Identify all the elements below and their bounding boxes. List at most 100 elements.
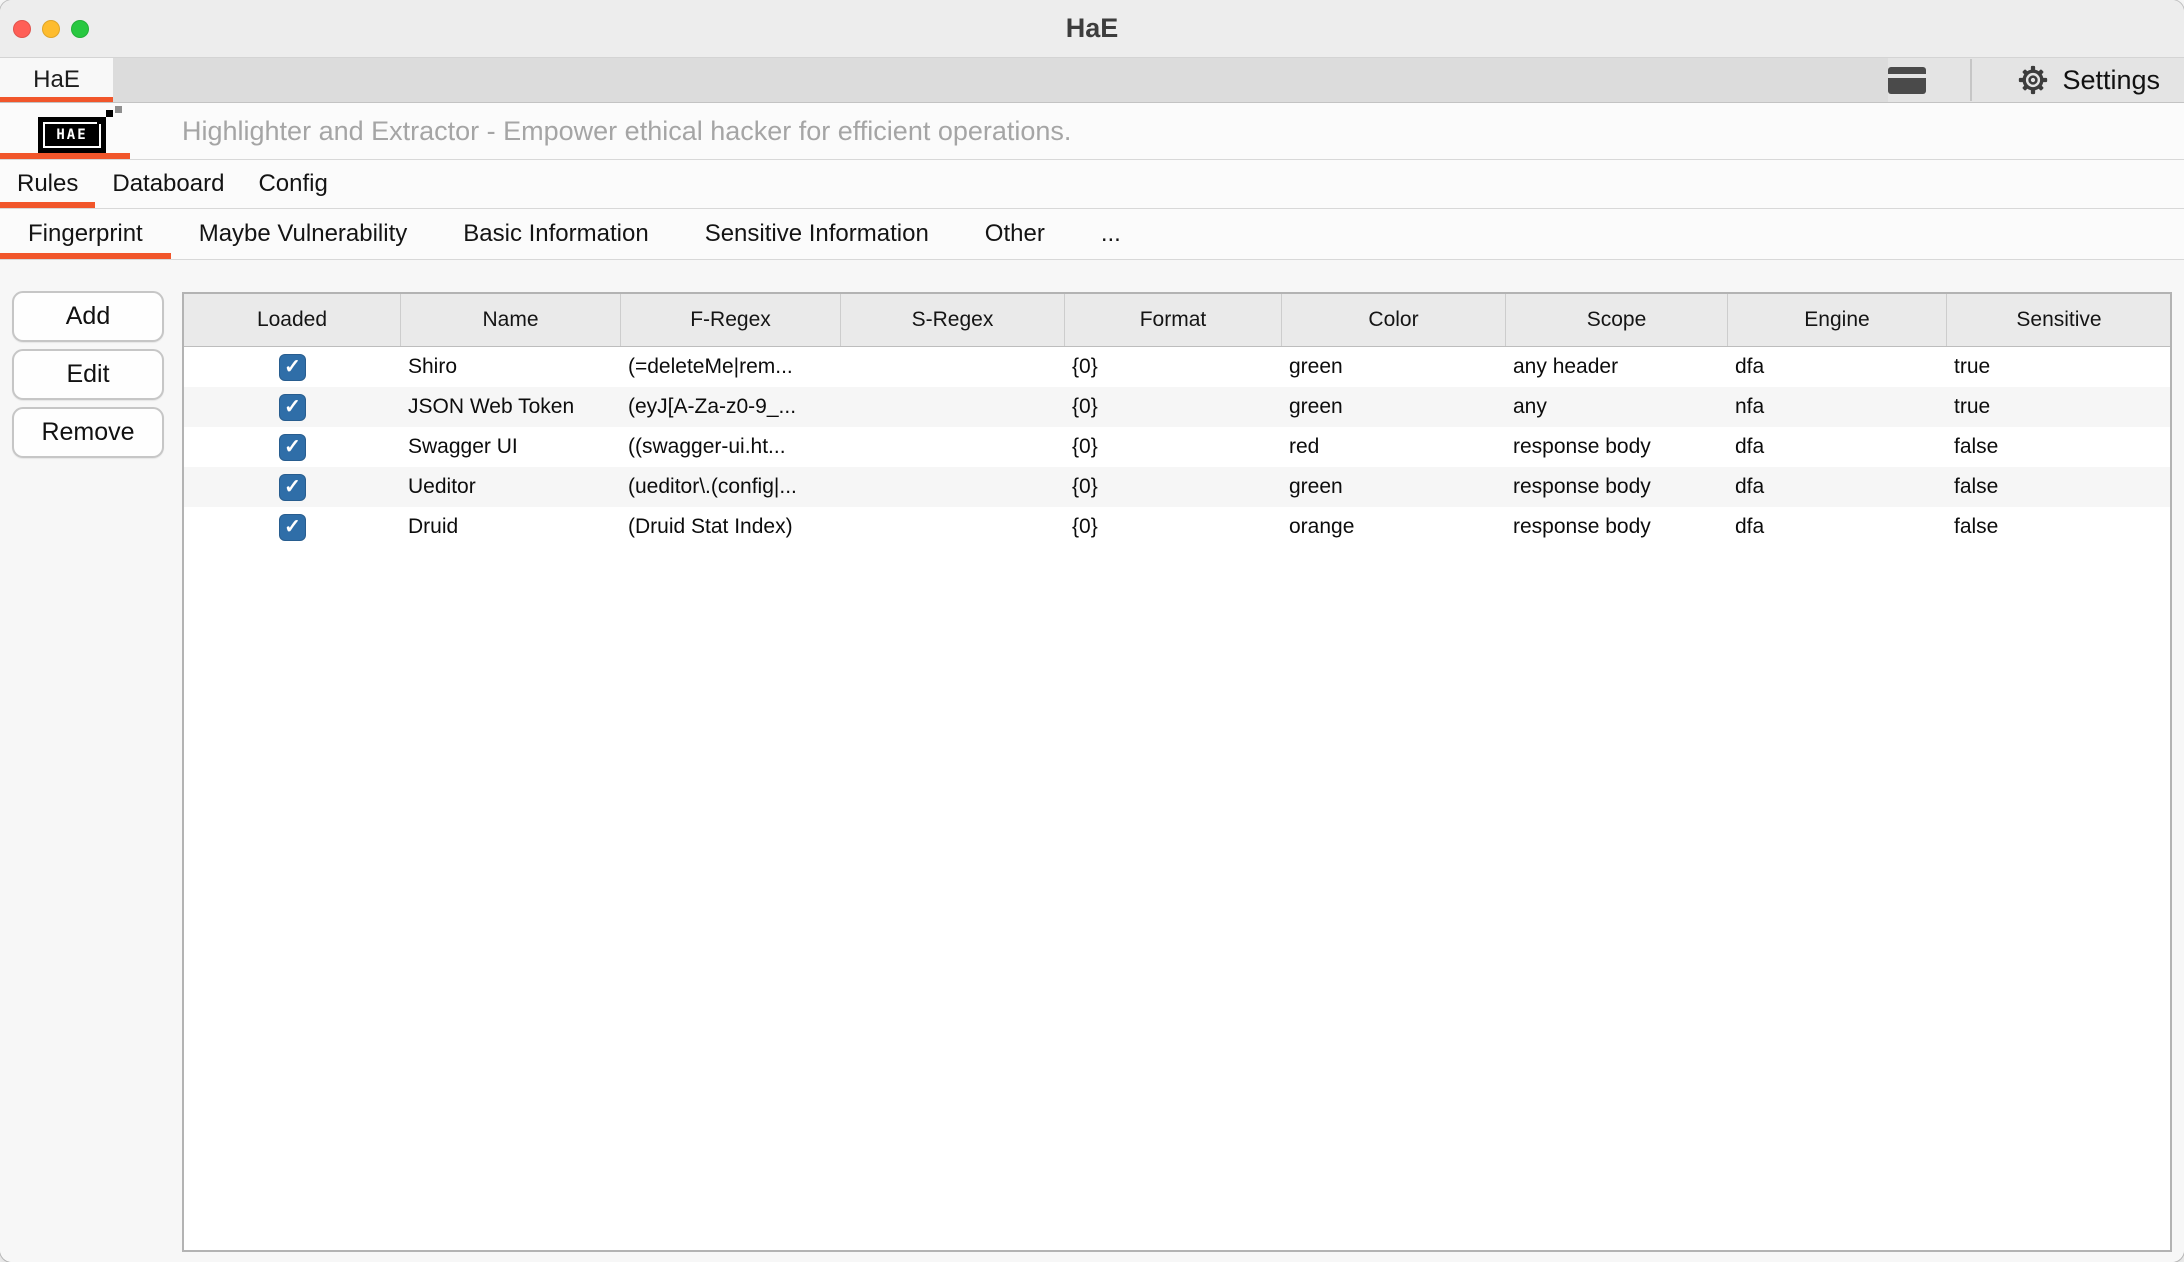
cell-sensitive: true	[1954, 355, 1991, 378]
cell-loaded: ✓	[184, 467, 401, 507]
cell-loaded: ✓	[184, 387, 401, 427]
table-row[interactable]: ✓ JSON Web Token (eyJ[A-Za-z0-9_... {0} gree…	[184, 387, 2170, 427]
col-header-name: Name	[401, 294, 621, 346]
rule-group-tab-bar: Fingerprint Maybe Vulnerability Basic Info…	[0, 209, 2184, 260]
cell-engine: dfa	[1735, 355, 1765, 378]
table-body: ✓ Shiro (=deleteMe|rem... {0} green any heade…	[184, 347, 2170, 547]
sub-tab-fingerprint[interactable]: Fingerprint	[0, 209, 171, 259]
cell-engine: nfa	[1735, 395, 1765, 418]
cell-loaded: ✓	[184, 507, 401, 547]
cell-f_regex: (ueditor\.(config|...	[628, 475, 797, 498]
check-icon: ✓	[284, 436, 301, 458]
table-row[interactable]: ✓ Shiro (=deleteMe|rem... {0} green any heade…	[184, 347, 2170, 387]
tab-hae[interactable]: HaE	[0, 58, 113, 102]
check-icon: ✓	[284, 516, 301, 538]
loaded-checkbox[interactable]: ✓	[279, 393, 306, 421]
cell-scope: response body	[1513, 515, 1651, 538]
sub-tab-other[interactable]: Other	[957, 209, 1073, 259]
check-icon: ✓	[284, 476, 301, 498]
main-tab-databoard[interactable]: Databoard	[95, 160, 241, 208]
cell-format: {0}	[1072, 395, 1098, 418]
cell-name: Druid	[408, 515, 459, 538]
cell-loaded: ✓	[184, 427, 401, 467]
settings-button[interactable]: Settings	[2016, 63, 2160, 97]
col-header-loaded: Loaded	[184, 294, 401, 346]
col-header-engine: Engine	[1728, 294, 1947, 346]
cell-scope: any header	[1513, 355, 1619, 378]
cell-engine: dfa	[1735, 435, 1765, 458]
sub-tab-more[interactable]: ...	[1073, 209, 1149, 259]
rule-action-buttons: Add Edit Remove	[12, 291, 164, 458]
col-header-sensitive: Sensitive	[2016, 308, 2102, 331]
cell-name: Ueditor	[408, 475, 476, 498]
cell-color: green	[1289, 395, 1343, 418]
app-banner: HAE Highlighter and Extractor - Empower …	[0, 103, 2184, 160]
logo-text: HAE	[43, 122, 101, 148]
sub-tab-basic-information[interactable]: Basic Information	[435, 209, 676, 259]
cell-sensitive: true	[1954, 395, 1991, 418]
cell-scope: response body	[1513, 435, 1651, 458]
cell-f_regex: ((swagger-ui.ht...	[628, 435, 786, 458]
cell-sensitive: false	[1954, 515, 1999, 538]
tab-bar-actions: Settings	[1888, 58, 2184, 102]
cell-format: {0}	[1072, 475, 1098, 498]
cell-format: {0}	[1072, 355, 1098, 378]
loaded-checkbox[interactable]: ✓	[279, 513, 306, 541]
cell-color: red	[1289, 435, 1320, 458]
cell-scope: any	[1513, 395, 1547, 418]
col-header-s_regex: S-Regex	[841, 294, 1065, 346]
cell-sensitive: false	[1954, 475, 1999, 498]
edit-button[interactable]: Edit	[12, 349, 164, 400]
table-row[interactable]: ✓ Swagger UI ((swagger-ui.ht... {0} red respo…	[184, 427, 2170, 467]
sub-tab-sensitive-information[interactable]: Sensitive Information	[677, 209, 957, 259]
cell-f_regex: (=deleteMe|rem...	[628, 355, 793, 378]
main-tab-rules[interactable]: Rules	[0, 160, 96, 208]
cell-sensitive: false	[1954, 435, 1999, 458]
gear-icon	[2019, 65, 2048, 95]
loaded-checkbox[interactable]: ✓	[279, 353, 306, 381]
cell-s_regex	[841, 507, 1065, 547]
add-button[interactable]: Add	[12, 291, 164, 342]
divider	[1970, 59, 1973, 101]
cell-name: Swagger UI	[408, 435, 518, 458]
cell-scope: response body	[1513, 475, 1651, 498]
hae-window: HaE HaE Settings HAE Highlighter and Ext…	[0, 0, 2184, 1262]
app-subtitle: Highlighter and Extractor - Empower ethi…	[182, 115, 1072, 146]
rules-table: Loaded Name F-Regex S-Regex Format Color Scope…	[182, 292, 2172, 1252]
cell-name: Shiro	[408, 355, 458, 378]
settings-label: Settings	[2062, 64, 2160, 95]
table-header-row: Loaded Name F-Regex S-Regex Format Color Scope…	[184, 294, 2170, 347]
cell-color: orange	[1289, 515, 1355, 538]
check-icon: ✓	[284, 356, 301, 378]
window-layout-icon[interactable]	[1888, 66, 1927, 94]
sub-tab-maybe-vulnerability[interactable]: Maybe Vulnerability	[171, 209, 436, 259]
table-row[interactable]: ✓ Ueditor (ueditor\.(config|... {0} green res…	[184, 467, 2170, 507]
cell-engine: dfa	[1735, 515, 1765, 538]
cell-s_regex	[841, 347, 1065, 387]
cell-engine: dfa	[1735, 475, 1765, 498]
cell-format: {0}	[1072, 515, 1098, 538]
loaded-checkbox[interactable]: ✓	[279, 433, 306, 461]
col-header-f_regex: F-Regex	[621, 294, 841, 346]
check-icon: ✓	[284, 396, 301, 418]
cell-f_regex: (Druid Stat Index)	[628, 515, 793, 538]
window-title: HaE	[1065, 13, 1119, 43]
cell-f_regex: (eyJ[A-Za-z0-9_...	[628, 395, 797, 418]
banner-accent-underline	[0, 153, 130, 159]
rules-content: Add Edit Remove Loaded Name F-Regex S-Regex Fo…	[0, 260, 2184, 1262]
table-row[interactable]: ✓ Druid (Druid Stat Index) {0} orange respons…	[184, 507, 2170, 547]
titlebar: HaE	[0, 0, 2184, 58]
hae-logo-icon: HAE	[38, 106, 126, 155]
cell-name: JSON Web Token	[408, 395, 575, 418]
cell-s_regex	[841, 427, 1065, 467]
main-tab-bar: Rules Databoard Config	[0, 160, 2184, 209]
loaded-checkbox[interactable]: ✓	[279, 473, 306, 501]
col-header-format: Format	[1065, 294, 1282, 346]
cell-color: green	[1289, 355, 1343, 378]
remove-button[interactable]: Remove	[12, 407, 164, 458]
cell-s_regex	[841, 467, 1065, 507]
main-tab-config[interactable]: Config	[241, 160, 344, 208]
cell-s_regex	[841, 387, 1065, 427]
extension-tab-bar: HaE Settings	[0, 58, 2184, 103]
cell-color: green	[1289, 475, 1343, 498]
